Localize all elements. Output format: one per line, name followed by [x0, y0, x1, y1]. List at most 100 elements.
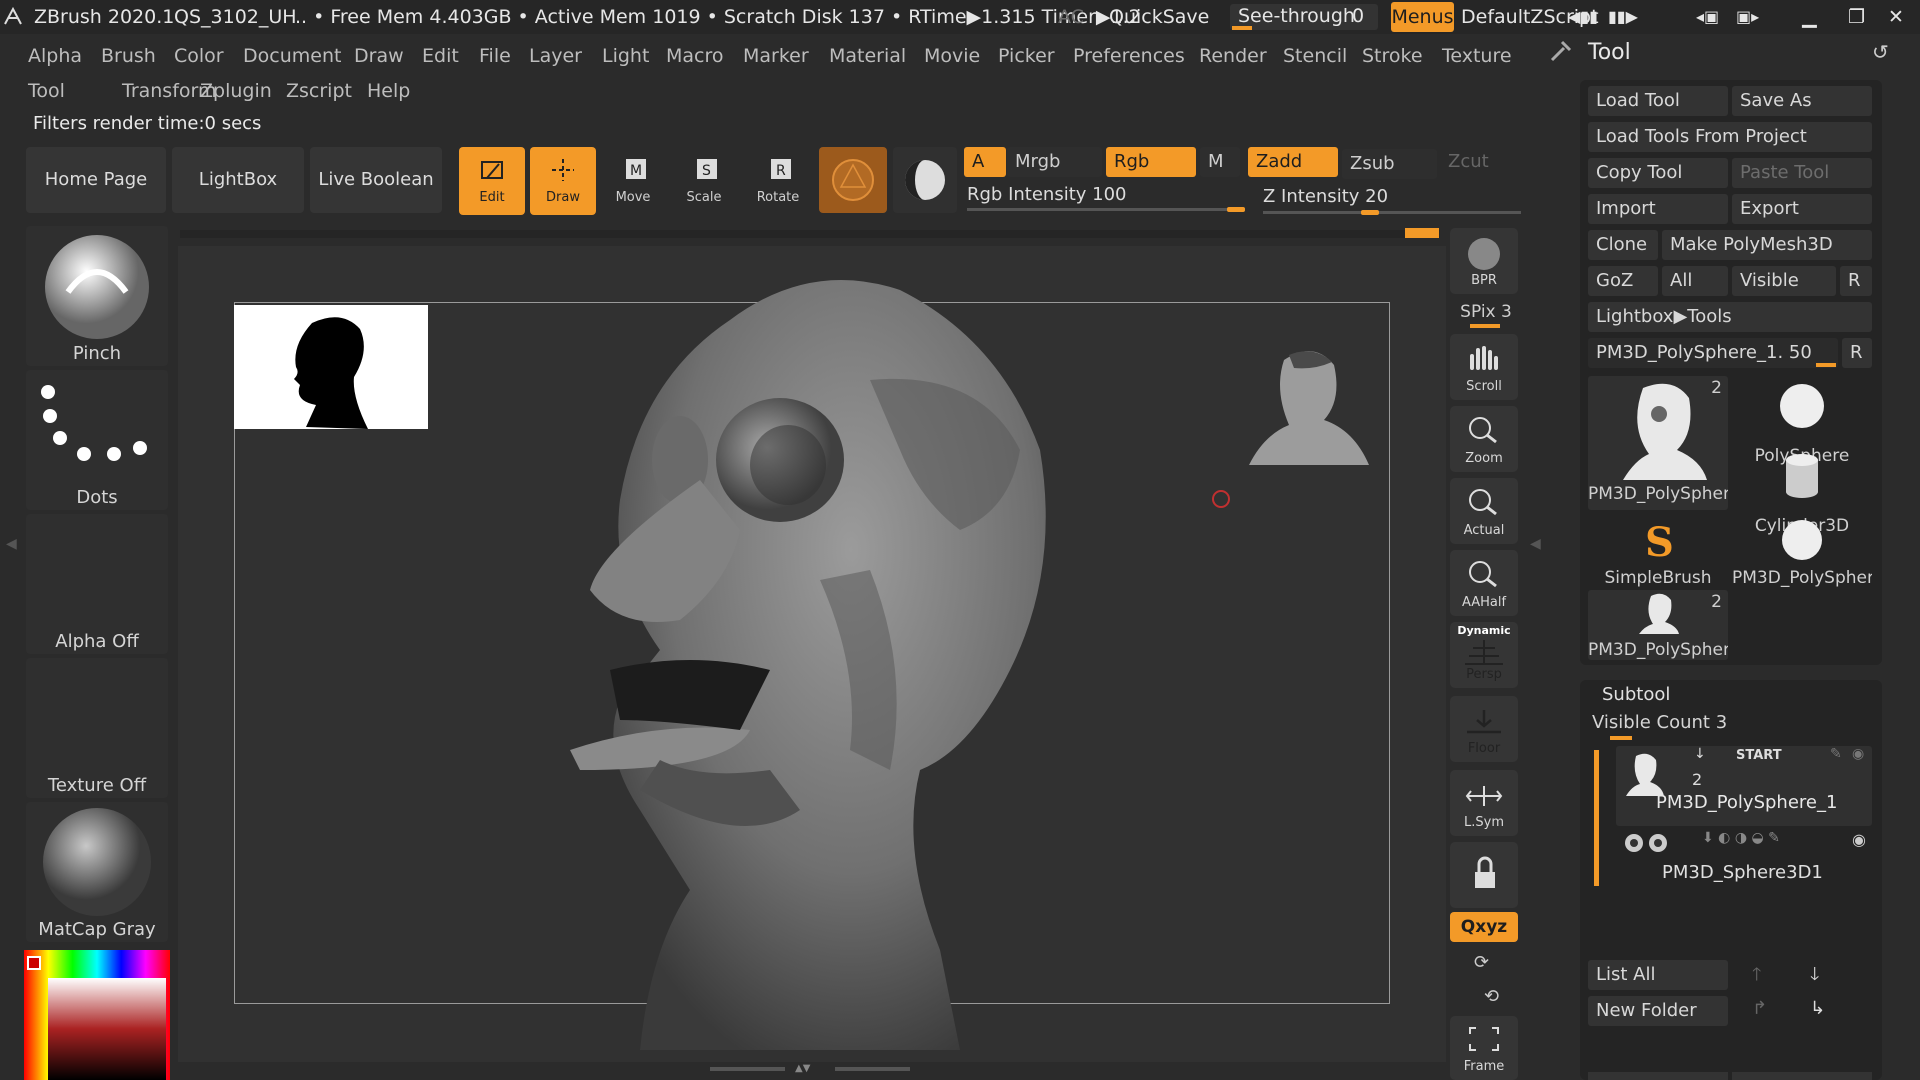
alpha-selector[interactable]: Alpha Off — [26, 514, 168, 654]
load-from-project-button[interactable]: Load Tools From Project — [1588, 122, 1872, 152]
m-toggle[interactable]: M — [1200, 147, 1240, 177]
stroke-selector[interactable]: Dots — [26, 370, 168, 510]
frame-button[interactable]: Frame — [1450, 1016, 1518, 1080]
export-button[interactable]: Export — [1732, 194, 1872, 224]
actual-button[interactable]: Actual — [1450, 478, 1518, 544]
menu-file[interactable]: File — [479, 45, 511, 67]
zcut-toggle[interactable]: Zcut — [1440, 147, 1520, 177]
menu-picker[interactable]: Picker — [998, 45, 1055, 67]
import-button[interactable]: Import — [1588, 194, 1728, 224]
brush-selector[interactable]: Pinch — [26, 226, 168, 366]
menu-render[interactable]: Render — [1199, 45, 1267, 67]
menu-help[interactable]: Help — [367, 80, 410, 102]
lightbox-button[interactable]: LightBox — [172, 147, 304, 213]
spix-slider[interactable] — [1470, 324, 1500, 328]
copy-tool-button[interactable]: Copy Tool — [1588, 158, 1728, 188]
move-up-icon[interactable]: 🡑 — [1752, 962, 1761, 992]
menu-movie[interactable]: Movie — [924, 45, 980, 67]
menu-alpha[interactable]: Alpha — [28, 45, 82, 67]
subtool-item-sphere[interactable]: ⬇ ◐ ◑ ◒ ✎ ◉ PM3D_Sphere3D1 — [1616, 830, 1872, 890]
lock-button[interactable] — [1450, 842, 1518, 908]
rotate-y-icon[interactable]: ⟳ — [1474, 952, 1489, 973]
mrgb-toggle[interactable]: Mrgb — [1007, 147, 1102, 177]
floor-button[interactable]: Floor — [1450, 696, 1518, 762]
brush-edit-icon[interactable]: ✎ — [1830, 746, 1842, 762]
see-through-slider[interactable]: See-through 0 — [1230, 4, 1378, 30]
bpr-render-button[interactable]: BPR — [1450, 228, 1518, 294]
persp-button[interactable]: Dynamic Persp — [1450, 622, 1518, 688]
move-down-folder-icon[interactable]: ↳ — [1810, 998, 1825, 1019]
tool-thumb-head[interactable]: 2 PM3D_PolySpher — [1588, 376, 1728, 510]
move-up-folder-icon[interactable]: ↱ — [1752, 998, 1767, 1019]
menu-macro[interactable]: Macro — [666, 45, 724, 67]
home-page-button[interactable]: Home Page — [26, 147, 166, 213]
tool-thumb-polysphere-2[interactable]: PM3D_PolySpher — [1732, 516, 1872, 588]
menu-brush[interactable]: Brush — [101, 45, 156, 67]
menu-edit[interactable]: Edit — [422, 45, 459, 67]
maximize-icon[interactable]: ❐ — [1848, 0, 1865, 34]
panel-reset-icon[interactable]: ↺ — [1872, 40, 1889, 64]
goz-button[interactable]: GoZ — [1588, 266, 1658, 296]
menu-zplugin[interactable]: Zplugin — [200, 80, 272, 102]
move-button[interactable]: M Move — [600, 147, 666, 215]
tool-r-button[interactable]: R — [1842, 338, 1872, 368]
make-polymesh-button[interactable]: Make PolyMesh3D — [1662, 230, 1872, 260]
edit-button[interactable]: Edit — [459, 147, 525, 215]
zoom-button[interactable]: Zoom — [1450, 406, 1518, 472]
goz-visible-button[interactable]: Visible — [1732, 266, 1836, 296]
lightbox-tools-button[interactable]: Lightbox▶Tools — [1588, 302, 1872, 332]
toggle-a-icon[interactable]: ◀▮▮ — [1568, 0, 1598, 34]
scroll-button[interactable]: Scroll — [1450, 334, 1518, 400]
zadd-toggle[interactable]: Zadd — [1248, 147, 1338, 177]
a-toggle[interactable]: A — [964, 147, 1006, 177]
save-as-button[interactable]: Save As — [1732, 86, 1872, 116]
sculpt-model[interactable] — [540, 250, 1080, 1070]
material-preview-button[interactable] — [819, 147, 887, 213]
aahalf-button[interactable]: AAHalf — [1450, 550, 1518, 616]
clone-button[interactable]: Clone — [1588, 230, 1658, 260]
color-picker[interactable] — [24, 950, 170, 1080]
menu-texture[interactable]: Texture — [1442, 45, 1512, 67]
menu-color[interactable]: Color — [174, 45, 224, 67]
z-intensity-slider[interactable] — [1263, 211, 1521, 214]
goz-r-button[interactable]: R — [1840, 266, 1872, 296]
tool-thumb-head-2[interactable]: 2 PM3D_PolySpher — [1588, 590, 1728, 660]
move-down-icon[interactable]: 🡓 — [1810, 962, 1819, 992]
menu-light[interactable]: Light — [602, 45, 649, 67]
menu-zscript[interactable]: Zscript — [286, 80, 352, 102]
load-tool-button[interactable]: Load Tool — [1588, 86, 1728, 116]
subtool-scrollbar[interactable] — [1594, 750, 1599, 886]
list-all-button[interactable]: List All — [1588, 960, 1728, 990]
xyz-toggle[interactable]: Qxyz — [1450, 912, 1518, 942]
subtool-item-polysphere[interactable]: START ↓ 2 PM3D_PolySphere_1 ✎ ◉ — [1616, 746, 1872, 826]
live-boolean-button[interactable]: Live Boolean — [310, 147, 442, 213]
quicksave-button[interactable]: QuickSave — [1109, 0, 1209, 34]
collapse-right-icon[interactable]: ◀ — [1530, 536, 1541, 552]
tool-thumb-simplebrush[interactable]: S SimpleBrush — [1588, 516, 1728, 588]
menu-layer[interactable]: Layer — [529, 45, 582, 67]
minimize-icon[interactable]: ▁ — [1802, 0, 1817, 34]
scale-button[interactable]: S Scale — [671, 147, 737, 215]
eye-icon[interactable]: ◉ — [1852, 746, 1864, 762]
color-swatch[interactable] — [27, 956, 41, 970]
material-selector[interactable]: MatCap Gray — [26, 802, 168, 942]
timeline-bar[interactable] — [180, 230, 1440, 238]
eye-icon[interactable]: ◉ — [1852, 830, 1866, 849]
lsym-button[interactable]: L.Sym — [1450, 770, 1518, 836]
rgb-toggle[interactable]: Rgb — [1106, 147, 1196, 177]
subtool-toggles-icon[interactable]: ⬇ ◐ ◑ ◒ ✎ — [1702, 830, 1780, 846]
menu-stencil[interactable]: Stencil — [1283, 45, 1347, 67]
rotate-button[interactable]: R Rotate — [745, 147, 811, 215]
menu-preferences[interactable]: Preferences — [1073, 45, 1185, 67]
draw-button[interactable]: Draw — [530, 147, 596, 215]
paste-tool-button[interactable]: Paste Tool — [1732, 158, 1872, 188]
menu-stroke[interactable]: Stroke — [1362, 45, 1423, 67]
menu-tool[interactable]: Tool — [28, 80, 65, 102]
zsub-toggle[interactable]: Zsub — [1342, 149, 1437, 179]
rotate-z-icon[interactable]: ⟲ — [1484, 986, 1499, 1007]
visible-count-label[interactable]: Visible Count 3 — [1592, 712, 1727, 733]
toggle-b-icon[interactable]: ▮▮▶ — [1608, 0, 1638, 34]
menu-document[interactable]: Document — [243, 45, 341, 67]
menu-material[interactable]: Material — [829, 45, 906, 67]
menus-toggle[interactable]: Menus — [1391, 2, 1454, 32]
